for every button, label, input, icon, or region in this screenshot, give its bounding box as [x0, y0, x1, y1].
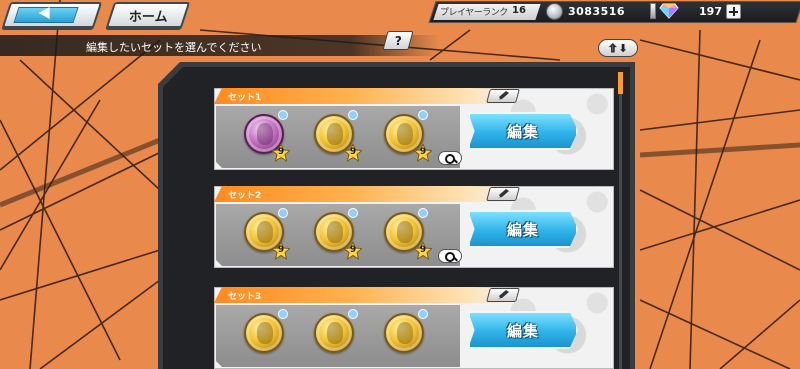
scrollbar-thumb[interactable] [618, 72, 623, 94]
star-rank-value: 9 [277, 245, 285, 255]
medal-grade-icon [278, 110, 288, 120]
medal-portrait [397, 322, 413, 344]
edit-set-button-label: 編集 [506, 122, 539, 141]
set-name: セット3 [228, 292, 262, 302]
medal-portrait [397, 123, 413, 145]
sort-down-icon: ⬇ [618, 41, 628, 55]
medal-grade-icon [278, 208, 288, 218]
player-rank-label: プレイヤーランク [440, 8, 508, 18]
star-rank-value: 9 [419, 245, 427, 255]
medal-slot-2[interactable] [314, 313, 354, 353]
scrollbar-track[interactable] [619, 72, 622, 369]
add-gems-button[interactable] [726, 4, 741, 19]
edit-set-button[interactable]: 編集 [468, 210, 578, 248]
zoom-button[interactable] [438, 249, 462, 263]
home-button-label: ホーム [128, 9, 168, 25]
pencil-icon [497, 91, 509, 100]
gem-icon [659, 3, 679, 19]
coin-icon [546, 3, 563, 20]
medal-grade-icon [348, 309, 358, 319]
sort-button[interactable]: ⇧ ⬇ [598, 39, 638, 57]
medal-grade-icon [418, 110, 428, 120]
edit-set-button[interactable]: 編集 [468, 311, 578, 349]
medal-grade-icon [348, 110, 358, 120]
set-name: セット2 [228, 191, 262, 201]
set-row-2[interactable]: セット2 9 9 9 編集 [214, 186, 614, 268]
medal-grade-icon [418, 309, 428, 319]
star-rank-value: 9 [349, 245, 357, 255]
edit-set-button-label: 編集 [506, 321, 539, 340]
sort-up-icon: ⇧ [608, 41, 618, 55]
medal-portrait [327, 221, 343, 243]
rename-set-button[interactable] [486, 288, 520, 302]
edit-set-button-label: 編集 [506, 220, 539, 239]
medal-portrait [257, 221, 273, 243]
medal-portrait [257, 123, 273, 145]
medal-grade-icon [418, 208, 428, 218]
player-rank-value: 16 [512, 5, 526, 16]
pencil-icon [497, 290, 509, 299]
medal-portrait [327, 123, 343, 145]
medal-portrait [257, 322, 273, 344]
medal-grade-icon [278, 309, 288, 319]
gem-count: 197 [699, 5, 722, 18]
medal-portrait [397, 221, 413, 243]
medal-slot-1[interactable] [244, 313, 284, 353]
medal-slot-3[interactable] [384, 313, 424, 353]
star-rank-value: 9 [419, 147, 427, 157]
pencil-icon [497, 189, 509, 198]
star-rank-value: 9 [349, 147, 357, 157]
set-name: セット1 [228, 93, 262, 103]
medal-portrait [327, 322, 343, 344]
medal-grade-icon [348, 208, 358, 218]
set-row-3[interactable]: セット3 編集 [214, 287, 614, 369]
back-arrow-icon [38, 7, 50, 19]
star-rank-value: 9 [277, 147, 285, 157]
home-button[interactable]: ホーム [105, 2, 191, 28]
zoom-button[interactable] [438, 151, 462, 165]
help-button[interactable]: ? [382, 31, 414, 50]
instruction-text: 編集したいセットを選んでください [86, 41, 262, 54]
rename-set-button[interactable] [486, 89, 520, 103]
back-button[interactable] [1, 2, 103, 28]
rename-set-button[interactable] [486, 187, 520, 201]
edit-set-button[interactable]: 編集 [468, 112, 578, 150]
gauge-icon [650, 3, 656, 19]
set-row-1[interactable]: セット1 9 9 9 編集 [214, 88, 614, 170]
coin-count: 3083516 [568, 5, 626, 18]
help-button-label: ? [394, 33, 402, 48]
